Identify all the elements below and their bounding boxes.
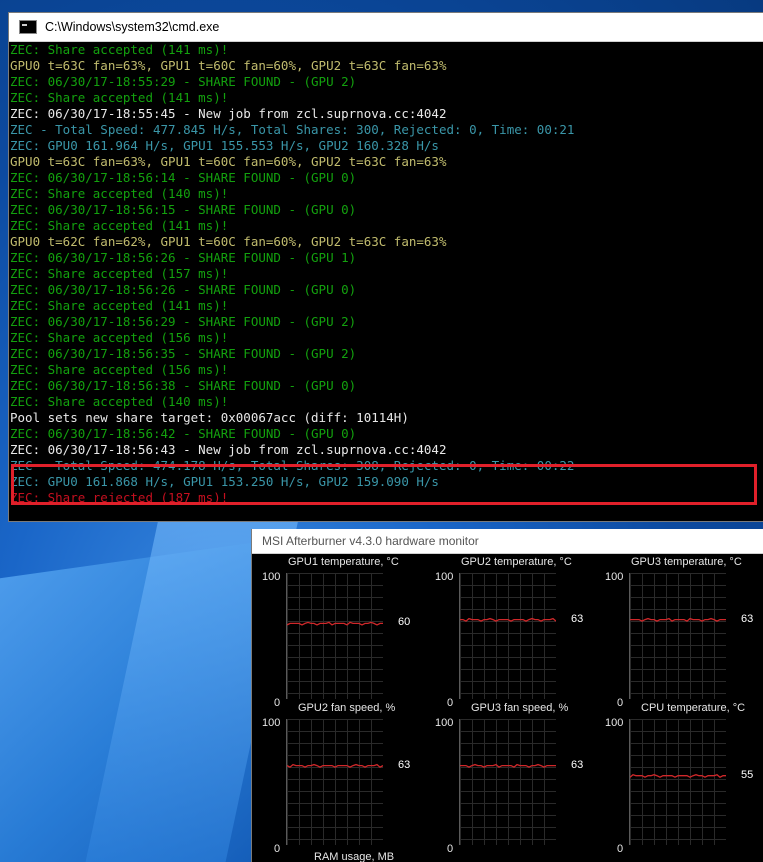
axis-max-label: 100	[435, 717, 454, 729]
axis-max-label: 100	[605, 717, 624, 729]
graph-title-gpu2-temperature-c: GPU2 temperature, °C	[461, 556, 572, 568]
graph-series-line	[287, 621, 383, 626]
axis-max-label: 100	[435, 571, 454, 583]
graph-current-value: 55	[741, 768, 754, 781]
console-output[interactable]: ZEC: Share accepted (141 ms)! GPU0 t=63C …	[9, 42, 763, 521]
console-line: ZEC: Share accepted (140 ms)!	[10, 186, 229, 201]
cmd-window-title: C:\Windows\system32\cmd.exe	[45, 20, 220, 34]
console-line: ZEC: 06/30/17-18:56:29 - SHARE FOUND - (…	[10, 314, 357, 329]
console-line: ZEC: 06/30/17-18:55:29 - SHARE FOUND - (…	[10, 74, 357, 89]
axis-min-label: 0	[447, 697, 454, 709]
console-line: ZEC: Share accepted (156 ms)!	[10, 362, 229, 377]
console-line: ZEC: 06/30/17-18:56:42 - SHARE FOUND - (…	[10, 426, 357, 441]
graph-current-value: 63	[571, 758, 584, 771]
console-line: ZEC: Share accepted (141 ms)!	[10, 218, 229, 233]
console-line: ZEC: 06/30/17-18:56:26 - SHARE FOUND - (…	[10, 282, 357, 297]
graph-svg	[630, 773, 726, 778]
terminal-icon	[19, 20, 37, 34]
axis-min-label: 0	[447, 843, 454, 855]
axis-min-label: 0	[274, 697, 281, 709]
cmd-window[interactable]: C:\Windows\system32\cmd.exe ZEC: Share a…	[8, 12, 763, 522]
graph-series-line	[460, 617, 556, 622]
graph-current-value: 63	[571, 612, 584, 625]
graph-panel[interactable]	[286, 719, 383, 845]
graph-title-gpu1-temperature-c: GPU1 temperature, °C	[288, 556, 399, 568]
graph-panel[interactable]	[629, 719, 726, 845]
axis-min-label: 0	[274, 843, 281, 855]
graph-svg	[460, 617, 556, 622]
afterburner-monitor-window[interactable]: MSI Afterburner v4.3.0 hardware monitor …	[251, 529, 763, 862]
graph-svg	[630, 617, 726, 622]
console-line: ZEC - Total Speed: 477.845 H/s, Total Sh…	[10, 122, 575, 137]
afterburner-window-title: MSI Afterburner v4.3.0 hardware monitor	[262, 534, 479, 548]
afterburner-titlebar[interactable]: MSI Afterburner v4.3.0 hardware monitor	[252, 529, 763, 554]
console-line: ZEC: 06/30/17-18:56:38 - SHARE FOUND - (…	[10, 378, 357, 393]
console-line: ZEC: Share accepted (157 ms)!	[10, 266, 229, 281]
console-line: ZEC: 06/30/17-18:56:43 - New job from zc…	[10, 442, 447, 457]
graph-title-gpu2-fan-speed: GPU2 fan speed, %	[298, 702, 396, 714]
graph-title-gpu3-temperature-c: GPU3 temperature, °C	[631, 556, 742, 568]
console-line: ZEC: 06/30/17-18:56:15 - SHARE FOUND - (…	[10, 202, 357, 217]
axis-max-label: 100	[262, 717, 281, 729]
graph-series-line	[630, 617, 726, 622]
cmd-titlebar[interactable]: C:\Windows\system32\cmd.exe	[9, 13, 763, 42]
console-line: ZEC: Share accepted (140 ms)!	[10, 394, 229, 409]
console-line: ZEC: 06/30/17-18:56:14 - SHARE FOUND - (…	[10, 170, 357, 185]
console-line: ZEC - Total Speed: 474.178 H/s, Total Sh…	[10, 458, 575, 473]
graph-svg	[287, 621, 383, 626]
graph-title-gpu3-fan-speed: GPU3 fan speed, %	[471, 702, 569, 714]
console-line: ZEC: Share accepted (156 ms)!	[10, 330, 229, 345]
graph-series-line	[460, 763, 556, 768]
console-line: ZEC: Share rejected (187 ms)!	[10, 490, 229, 505]
axis-min-label: 0	[617, 697, 624, 709]
axis-max-label: 100	[262, 571, 281, 583]
axis-max-label: 100	[605, 571, 624, 583]
console-line: ZEC: 06/30/17-18:56:26 - SHARE FOUND - (…	[10, 250, 357, 265]
axis-min-label: 0	[617, 843, 624, 855]
graph-current-value: 63	[741, 612, 754, 625]
console-line: ZEC: 06/30/17-18:55:45 - New job from zc…	[10, 106, 447, 121]
graph-panel[interactable]	[459, 719, 556, 845]
graph-title-ram-usage: RAM usage, MB	[314, 851, 395, 862]
console-line: ZEC: Share accepted (141 ms)!	[10, 42, 229, 57]
console-line: GPU0 t=63C fan=63%, GPU1 t=60C fan=60%, …	[10, 58, 447, 73]
graph-series-line	[287, 763, 383, 768]
graph-panel[interactable]	[459, 573, 556, 699]
console-line: ZEC: GPU0 161.868 H/s, GPU1 153.250 H/s,…	[10, 474, 439, 489]
console-line: Pool sets new share target: 0x00067acc (…	[10, 410, 409, 425]
graph-svg	[460, 763, 556, 768]
console-line: GPU0 t=62C fan=62%, GPU1 t=60C fan=60%, …	[10, 234, 447, 249]
graph-title-cpu-temperature-c: CPU temperature, °C	[641, 702, 746, 714]
graph-panel[interactable]	[286, 573, 383, 699]
console-line: GPU0 t=63C fan=63%, GPU1 t=60C fan=60%, …	[10, 154, 447, 169]
graph-panel[interactable]	[629, 573, 726, 699]
console-line: ZEC: Share accepted (141 ms)!	[10, 90, 229, 105]
console-line: ZEC: Share accepted (141 ms)!	[10, 298, 229, 313]
graph-series-line	[630, 773, 726, 778]
graph-current-value: 63	[398, 758, 411, 771]
graph-current-value: 60	[398, 616, 411, 629]
console-line: ZEC: GPU0 161.964 H/s, GPU1 155.553 H/s,…	[10, 138, 439, 153]
graph-svg	[287, 763, 383, 768]
desktop-background: C:\Windows\system32\cmd.exe ZEC: Share a…	[0, 0, 763, 862]
console-line: ZEC: 06/30/17-18:56:35 - SHARE FOUND - (…	[10, 346, 357, 361]
